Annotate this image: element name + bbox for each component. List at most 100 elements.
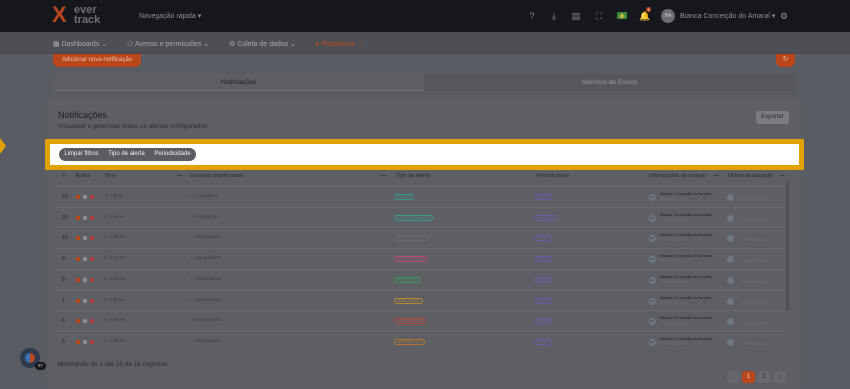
edit-icon[interactable] [83, 339, 87, 344]
creator-name: Bianca Conceição do Amaral [660, 253, 712, 259]
periodicity-badge: DIÁRIA [534, 256, 552, 263]
table-scrollbar[interactable] [786, 181, 789, 311]
add-notification-button[interactable]: Adicionar nova notificação [53, 54, 141, 67]
column-header-time[interactable]: Time [104, 173, 116, 179]
nav-item-access-permissions[interactable]: ⚇ Acesso e permissões ⌄ [127, 40, 209, 48]
evertrack-logo[interactable]: X ever track [52, 4, 112, 28]
chevron-down-icon: ▾ [771, 13, 776, 20]
tab-notifications[interactable]: Notificações [53, 74, 424, 91]
row-users: ⚇ 25 usuários [190, 256, 220, 261]
row-users-value: 25 usuários [195, 318, 221, 324]
row-time-value: 4 times [109, 338, 126, 344]
table-row: 5 ⚇ 4 times ⚇ 25 usuários IMPRODUTIVO DIÁRIA… [55, 330, 785, 352]
updater-avatar [727, 276, 734, 284]
help-icon[interactable]: ? [527, 11, 537, 21]
delete-icon[interactable] [90, 215, 94, 220]
delete-icon[interactable] [90, 277, 94, 282]
edit-icon[interactable] [83, 257, 87, 262]
periodicity-filter[interactable]: Periodicidade [149, 148, 196, 161]
column-menu-icon[interactable] [177, 175, 182, 176]
column-header-users[interactable]: Usuários monitorados [190, 173, 244, 179]
chevron-down-icon: ⌄ [101, 41, 108, 48]
row-users-value: 3 usuários [195, 214, 218, 220]
view-icon[interactable] [76, 319, 80, 324]
view-icon[interactable] [76, 339, 80, 344]
nav-item-platform[interactable]: ● Plataforma ⌄ [315, 40, 363, 48]
row-id: 6 [62, 318, 65, 325]
view-icon[interactable] [76, 236, 80, 241]
column-header-alert-type[interactable]: Tipo de alerta [396, 173, 429, 179]
quick-navigation-dropdown[interactable]: Navegação rápida ▾ [139, 12, 201, 20]
creator-name: Bianca Conceição do Amaral [660, 211, 712, 217]
column-menu-icon[interactable] [381, 175, 386, 176]
updater-avatar [727, 256, 734, 264]
settings-gear-icon[interactable]: ⚙ [779, 11, 789, 21]
table-header: # Ações Time Usuários monitorados Tipo d… [55, 171, 785, 182]
row-time-value: 4 times [109, 276, 126, 282]
creator-name: Bianca Conceição do Amaral [660, 273, 712, 279]
column-header-creation-info[interactable]: Informações de criação [649, 173, 706, 179]
fab-count-badge: 97 [35, 362, 46, 370]
delete-icon[interactable] [90, 298, 94, 303]
user-name-label: Bianca Conceição do Amaral [680, 13, 770, 20]
user-avatar[interactable]: BA [661, 9, 675, 23]
edit-icon[interactable] [83, 195, 87, 199]
tab-send-history[interactable]: Histórico de Envios [424, 74, 795, 91]
delete-icon[interactable] [90, 195, 94, 199]
alert-type-badge: RECORRÊNCIA [394, 318, 426, 325]
user-menu[interactable]: Bianca Conceição do Amaral ▾ [680, 12, 775, 20]
edit-icon[interactable] [83, 277, 87, 282]
alert-type-badge: HORA EXTRA [394, 297, 423, 304]
delete-icon[interactable] [90, 257, 94, 262]
view-icon[interactable] [76, 215, 80, 220]
bell-icon[interactable]: 🔔 [639, 11, 650, 21]
periodicity-badge: SEMANAL [534, 214, 557, 221]
updated-date: 17/09/2025 08:51 [739, 300, 767, 305]
document-icon[interactable]: ▤ [571, 11, 581, 21]
card-subtitle: Visualizar e gerenciar todos os alertas … [58, 123, 208, 130]
view-icon[interactable] [76, 257, 80, 262]
edit-icon[interactable] [83, 215, 87, 220]
alert-type-filter[interactable]: Tipo de alerta [104, 148, 149, 161]
clear-filters-button[interactable]: Limpar filtros [59, 148, 104, 161]
edit-icon[interactable] [83, 319, 87, 324]
alert-type-badge: IMPRODUTIVO [394, 338, 425, 345]
download-icon[interactable]: ⤓ [549, 11, 559, 21]
row-users-value: 25 usuários [195, 338, 221, 344]
delete-icon[interactable] [90, 236, 94, 241]
column-menu-icon[interactable] [780, 175, 785, 176]
created-date: 17/09/2025 08:51 [660, 279, 688, 284]
pagination-page-1[interactable]: 1 [742, 371, 755, 383]
alert-type-badge: OCIOSO [394, 194, 415, 200]
nav-item-dashboards[interactable]: ▦ Dashboards ⌄ [53, 40, 107, 48]
pagination-prev-button[interactable]: ‹ [727, 371, 740, 383]
refresh-icon[interactable]: ↻ [776, 54, 795, 67]
pagination-page-2[interactable]: 2 [757, 371, 770, 383]
delete-icon[interactable] [90, 339, 94, 344]
table-row: 21 ⚇ 1 time ⚇ 2 usuários OCIOSO DIÁRIA BA Bian… [55, 186, 785, 207]
view-icon[interactable] [76, 298, 80, 303]
column-header-last-update[interactable]: Última atualização [728, 173, 773, 179]
creator-avatar: BA [649, 214, 656, 222]
row-users: ⚇ 25 usuários [190, 277, 220, 282]
delete-icon[interactable] [90, 319, 94, 324]
created-date: 17/09/2025 08:51 [660, 259, 688, 264]
view-icon[interactable] [76, 277, 80, 282]
row-time: ⚇ 4 times [104, 235, 125, 240]
nav-item-data-collection[interactable]: ⚙ Coleta de dados ⌄ [229, 40, 296, 48]
column-header-id[interactable]: # [62, 173, 65, 179]
column-menu-icon[interactable] [714, 175, 719, 176]
edit-icon[interactable] [83, 298, 87, 303]
pagination-next-button[interactable]: › [773, 371, 786, 383]
created-date: 17/09/2025 08:51 [660, 341, 688, 346]
edit-icon[interactable] [83, 236, 87, 241]
brazil-flag-icon[interactable] [617, 12, 627, 19]
view-icon[interactable] [76, 195, 80, 199]
updated-date: 17/09/2025 08:51 [739, 321, 767, 326]
row-users-value: 25 usuários [195, 256, 221, 262]
creator-avatar: BA [649, 297, 656, 305]
column-header-periodicity[interactable]: Periodicidade [536, 173, 569, 179]
fullscreen-icon[interactable]: ⛶ [594, 11, 604, 21]
export-button[interactable]: Exportar [756, 111, 789, 124]
row-time-value: 1 time [109, 214, 123, 220]
